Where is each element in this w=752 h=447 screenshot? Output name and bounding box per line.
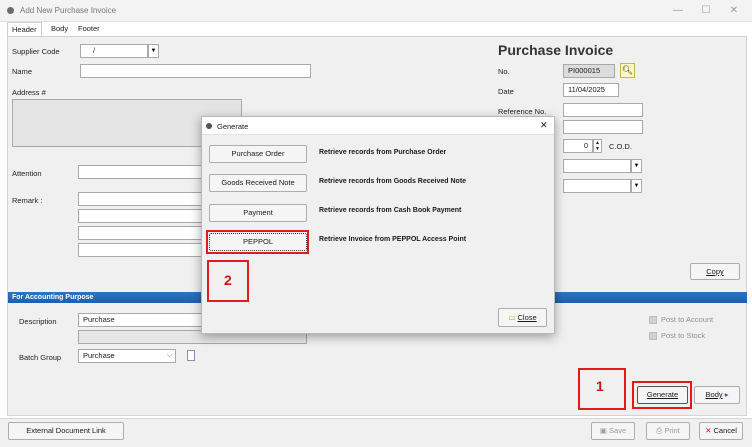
- goods-received-note-option-button[interactable]: Goods Received Note: [209, 174, 307, 192]
- triangle-right-icon: ▸: [724, 390, 729, 399]
- batch-chevron-icon[interactable]: ⌵: [163, 349, 176, 363]
- dialog-close-button[interactable]: ▭ Close: [498, 308, 547, 327]
- cancel-button[interactable]: ✕ Cancel: [699, 422, 743, 440]
- payment-option-button[interactable]: Payment: [209, 204, 307, 222]
- supplier-code-input[interactable]: /: [80, 44, 148, 58]
- cancel-x-icon: ✕: [705, 426, 712, 435]
- tab-body[interactable]: Body: [47, 22, 72, 36]
- search-button[interactable]: 🔍︎: [620, 63, 635, 78]
- extra-ref-input[interactable]: [563, 120, 643, 134]
- tab-footer[interactable]: Footer: [74, 22, 104, 36]
- peppol-highlight-box: [206, 230, 309, 254]
- chevron-down-icon: ▼: [633, 183, 640, 189]
- remark-line-1[interactable]: [78, 192, 202, 206]
- close-window-button[interactable]: ✕: [722, 4, 746, 18]
- cod-label: C.O.D.: [609, 142, 632, 151]
- cancel-button-label: Cancel: [713, 426, 737, 435]
- cod-spinner[interactable]: ▲ ▼: [593, 139, 602, 153]
- reference-no-input[interactable]: [563, 103, 643, 117]
- area-dropdown-button[interactable]: ▼: [631, 179, 642, 193]
- purchase-order-description: Retrieve records from Purchase Order: [319, 149, 447, 156]
- name-label: Name: [12, 67, 33, 76]
- chevron-down-icon: ▼: [150, 48, 157, 54]
- post-to-account-checkbox[interactable]: [649, 316, 657, 324]
- maximize-button[interactable]: ☐: [694, 4, 718, 18]
- body-button-label: Body: [705, 390, 723, 399]
- post-to-account-label: Post to Account: [661, 315, 714, 324]
- annotation-label-1: 1: [596, 378, 604, 394]
- dialog-icon: [206, 123, 212, 129]
- area-select[interactable]: [563, 179, 631, 193]
- copy-button-label: Copy: [706, 267, 724, 276]
- supplier-code-label: Supplier Code: [12, 47, 60, 56]
- batch-group-select[interactable]: Purchase: [78, 349, 176, 363]
- tab-header[interactable]: Header: [7, 22, 42, 36]
- remark-line-2[interactable]: [78, 209, 202, 223]
- save-button-label: Save: [609, 426, 627, 435]
- body-button[interactable]: Body ▸: [694, 386, 740, 404]
- no-label: No.: [498, 67, 510, 76]
- minimize-button[interactable]: —: [666, 4, 690, 18]
- window-title: Add New Purchase Invoice: [20, 6, 117, 15]
- invoice-no-input[interactable]: PI000015: [563, 64, 615, 78]
- name-input[interactable]: [80, 64, 311, 78]
- agent-dropdown-button[interactable]: ▼: [631, 159, 642, 173]
- chevron-down-icon: ▼: [633, 163, 640, 169]
- magnifier-icon: 🔍︎: [621, 65, 634, 75]
- peppol-description: Retrieve Invoice from PEPPOL Access Poin…: [319, 236, 467, 243]
- folder-icon: ▭: [508, 313, 516, 322]
- date-label: Date: [498, 87, 514, 96]
- post-to-stock-checkbox[interactable]: [649, 332, 657, 340]
- print-button-label: Print: [664, 426, 680, 435]
- dialog-close-x[interactable]: ✕: [540, 120, 548, 131]
- description-input[interactable]: Purchase: [78, 313, 202, 327]
- copy-button[interactable]: Copy: [690, 263, 740, 280]
- dialog-title: Generate: [217, 122, 249, 131]
- agent-select[interactable]: [563, 159, 631, 173]
- reference-no-label: Reference No.: [498, 107, 547, 116]
- cod-days-input[interactable]: 0: [563, 139, 593, 153]
- payment-description: Retrieve records from Cash Book Payment: [319, 207, 462, 214]
- page-title: Purchase Invoice: [498, 42, 614, 58]
- attention-label: Attention: [12, 169, 42, 178]
- remark-line-3[interactable]: [78, 226, 202, 240]
- printer-icon: ⎙: [656, 426, 663, 435]
- save-button[interactable]: ▣ Save: [591, 422, 635, 440]
- post-to-stock-label: Post to Stock: [661, 331, 706, 340]
- supplier-dropdown-button[interactable]: ▼: [148, 44, 159, 58]
- print-button[interactable]: ⎙ Print: [646, 422, 690, 440]
- save-icon: ▣: [599, 426, 607, 435]
- dialog-titlebar: [202, 117, 554, 135]
- down-arrow-icon: ▼: [595, 146, 600, 152]
- goods-received-note-description: Retrieve records from Goods Received Not…: [319, 178, 467, 185]
- attention-input[interactable]: [78, 165, 202, 179]
- remark-line-4[interactable]: [78, 243, 202, 257]
- date-input[interactable]: 11/04/2025: [563, 83, 619, 97]
- address-label: Address #: [12, 88, 46, 97]
- annotation-label-2: 2: [224, 272, 232, 288]
- remark-label: Remark :: [12, 196, 43, 205]
- generate-dialog: Generate ✕ Purchase Order Retrieve recor…: [201, 116, 555, 334]
- generate-highlight-box: [632, 381, 692, 409]
- external-document-link-button[interactable]: External Document Link: [8, 422, 124, 440]
- description-label: Description: [19, 317, 57, 326]
- batch-group-label: Batch Group: [19, 353, 62, 362]
- new-document-icon[interactable]: [187, 350, 195, 361]
- app-icon: [7, 7, 14, 14]
- purchase-order-option-button[interactable]: Purchase Order: [209, 145, 307, 163]
- dialog-close-label: Close: [517, 313, 537, 322]
